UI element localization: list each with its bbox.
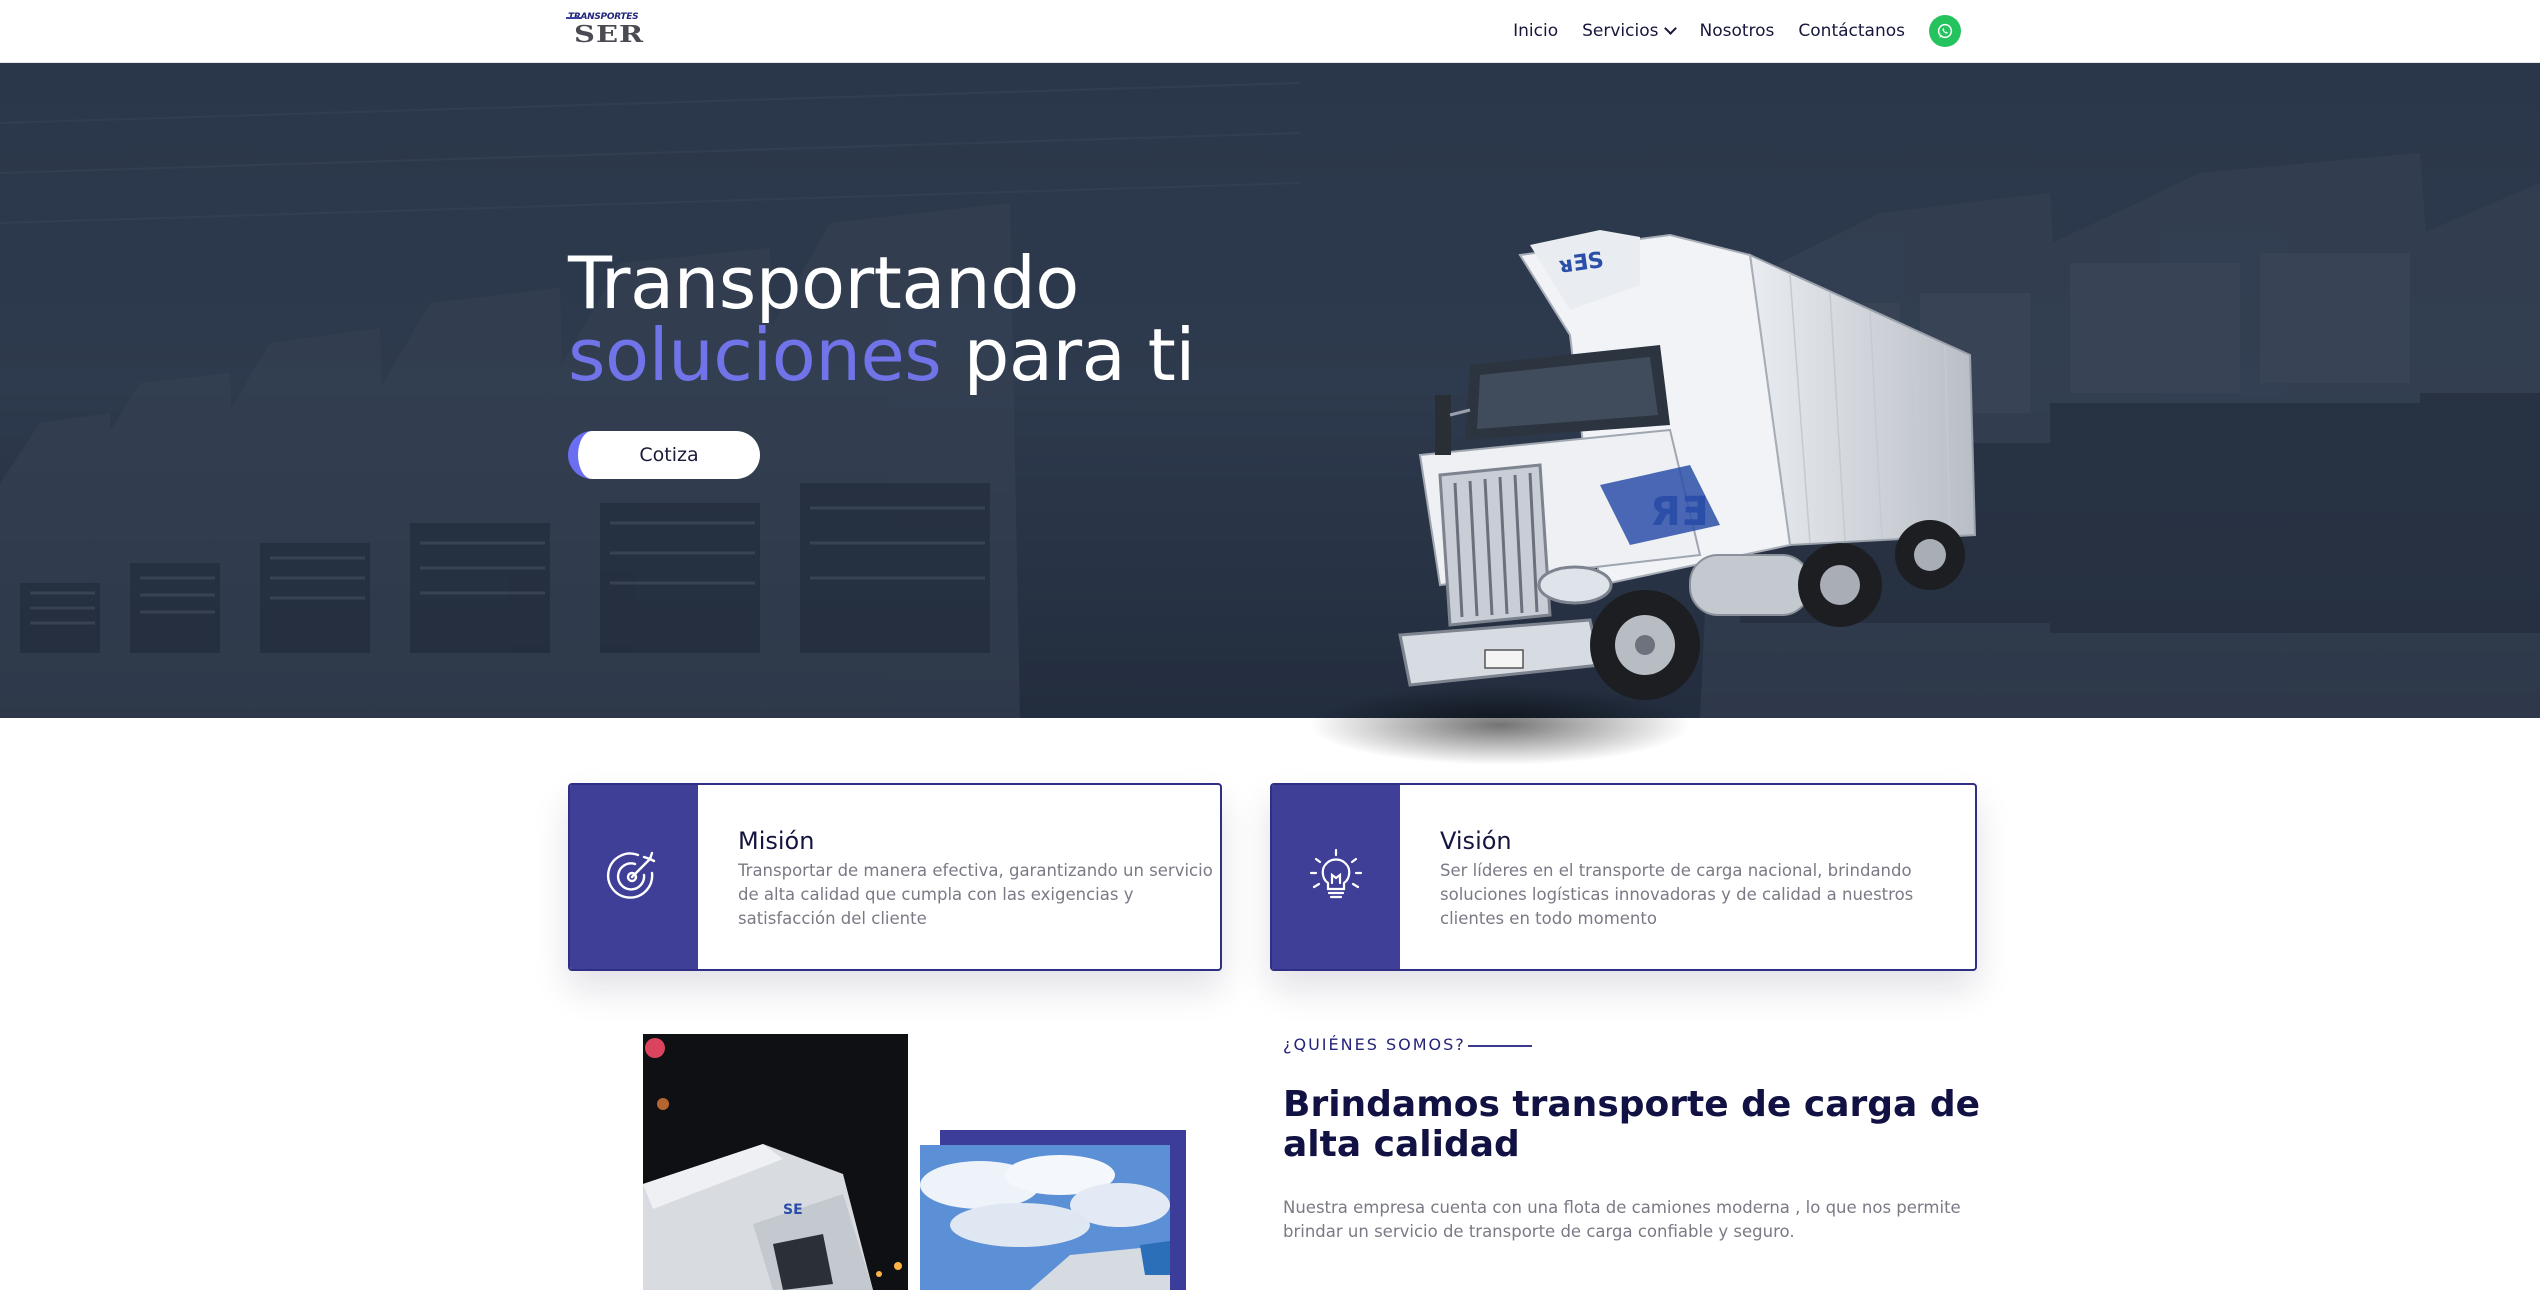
nav-item-servicios[interactable]: Servicios (1582, 21, 1678, 41)
hero-title: Transportando soluciones para ti (568, 247, 1195, 391)
nav-item-inicio[interactable]: Inicio (1513, 21, 1558, 41)
vision-card: Visión Ser líderes en el transporte de c… (1270, 783, 1977, 971)
chevron-down-icon (1664, 22, 1678, 35)
hero-title-accent: soluciones (568, 313, 942, 397)
site-header: TRANSPORTES SER Inicio Servicios Nosotro… (0, 0, 2540, 63)
nav-item-servicios-label: Servicios (1582, 21, 1659, 41)
svg-text:SE: SE (783, 1202, 803, 1218)
lightbulb-icon (1309, 848, 1363, 899)
whatsapp-button[interactable] (1929, 15, 1961, 47)
mision-text: Transportar de manera efectiva, garantiz… (738, 861, 1213, 928)
mision-icon-box (570, 785, 698, 969)
whatsapp-icon (1937, 23, 1953, 39)
about-photo-night-truck: SE (643, 1034, 908, 1290)
mision-card: Misión Transportar de manera efectiva, g… (568, 783, 1222, 971)
truck-image: ᴚƎS ЯƎ (1310, 230, 1977, 765)
svg-text:ЯƎ: ЯƎ (1650, 489, 1708, 535)
eyebrow-divider (1468, 1045, 1532, 1047)
about-title: Brindamos transporte de carga de alta ca… (1283, 1084, 1981, 1165)
vision-title: Visión (1440, 827, 1512, 855)
about-photo-sky-truck (920, 1145, 1170, 1290)
main-nav: Inicio Servicios Nosotros Contáctanos (1489, 0, 1961, 62)
logo[interactable]: TRANSPORTES SER (565, 12, 664, 50)
target-icon (606, 851, 656, 899)
vision-icon-box (1272, 785, 1400, 969)
about-text: Nuestra empresa cuenta con una flota de … (1283, 1198, 1961, 1241)
mision-title: Misión (738, 827, 815, 855)
vision-text: Ser líderes en el transporte de carga na… (1440, 861, 1914, 928)
nav-item-contactanos[interactable]: Contáctanos (1798, 21, 1905, 41)
cotiza-button[interactable]: Cotiza (568, 431, 760, 479)
hero-title-rest: para ti (941, 313, 1196, 397)
logo-main-text: SER (574, 20, 645, 48)
about-eyebrow: ¿QUIÉNES SOMOS? (1283, 1035, 1466, 1054)
nav-item-nosotros[interactable]: Nosotros (1699, 21, 1774, 41)
